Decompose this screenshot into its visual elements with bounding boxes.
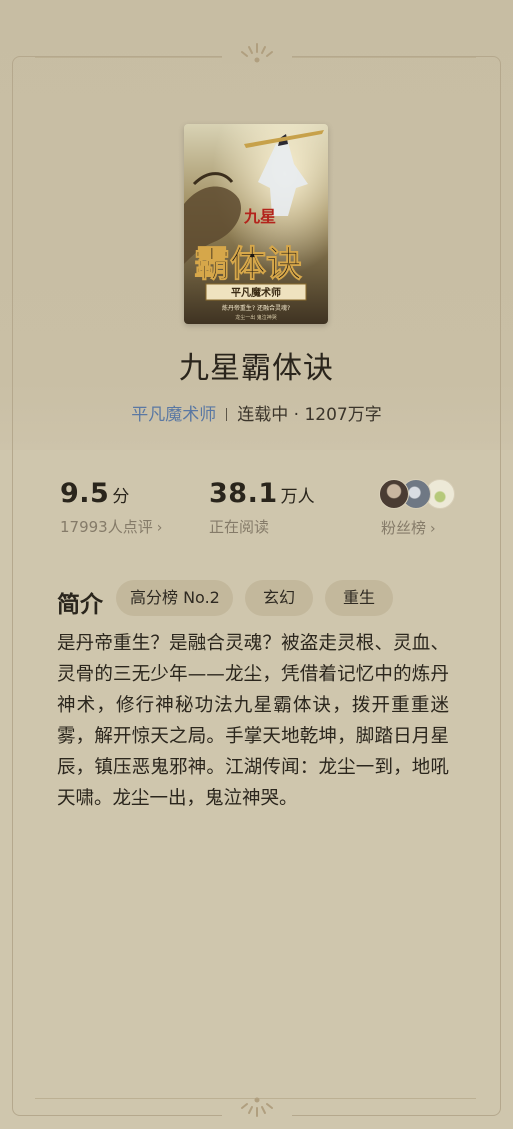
cover-title-small: 九星 <box>243 207 276 226</box>
reviews-link[interactable]: 17993人点评 › <box>60 516 162 537</box>
author-link[interactable]: 平凡魔术师 <box>131 405 216 425</box>
chevron-right-icon: › <box>430 521 436 537</box>
score-value: 9.5 <box>60 478 110 509</box>
intro-text: 是丹帝重生？是融合灵魂？被盗走灵根、灵血、灵骨的三无少年——龙尘，凭借着记忆中的… <box>57 633 449 809</box>
score-stat: 9.5 分 17993人点评 › <box>60 478 162 536</box>
readers-label: 正在阅读 <box>209 518 270 536</box>
avatar <box>379 479 409 509</box>
readers-stat: 38.1 万人 正在阅读 <box>209 478 315 536</box>
readers-value: 38.1 <box>209 478 278 509</box>
cover-author-banner: 平凡魔术师 <box>231 286 281 299</box>
score-unit: 分 <box>112 487 130 507</box>
tag-chip[interactable]: 高分榜 No.2 <box>116 580 233 616</box>
fans-label-text: 粉丝榜 <box>381 519 427 537</box>
cover-tagline2: 龙尘一出 鬼泣神哭 <box>235 314 277 321</box>
meta-divider <box>226 408 228 421</box>
reviews-count: 17993人点评 <box>60 518 153 536</box>
fans-ranking[interactable]: 粉丝榜 › <box>379 479 459 549</box>
cover-tagline: 炼丹帝重生? 还融合灵魂? <box>222 304 290 312</box>
tag-chip[interactable]: 重生 <box>325 580 393 616</box>
cover-title-main: 霸体诀 <box>194 243 302 285</box>
book-meta: 平凡魔术师 连载中 · 1207万字 <box>0 400 513 425</box>
flower-ornament-bottom-icon <box>241 1097 273 1117</box>
book-status: 连载中 · 1207万字 <box>237 405 382 425</box>
fans-ranking-label: 粉丝榜 › <box>381 517 436 538</box>
book-cover[interactable]: 九星 霸体诀 平凡魔术师 炼丹帝重生? 还融合灵魂? 龙尘一出 鬼泣神哭 <box>184 124 328 324</box>
chevron-right-icon: › <box>156 520 163 536</box>
readers-unit: 万人 <box>280 487 315 507</box>
intro-heading: 简介 <box>57 592 103 618</box>
flower-ornament-icon <box>241 43 273 63</box>
tag-chip[interactable]: 玄幻 <box>245 580 313 616</box>
book-title: 九星霸体诀 <box>179 351 334 386</box>
